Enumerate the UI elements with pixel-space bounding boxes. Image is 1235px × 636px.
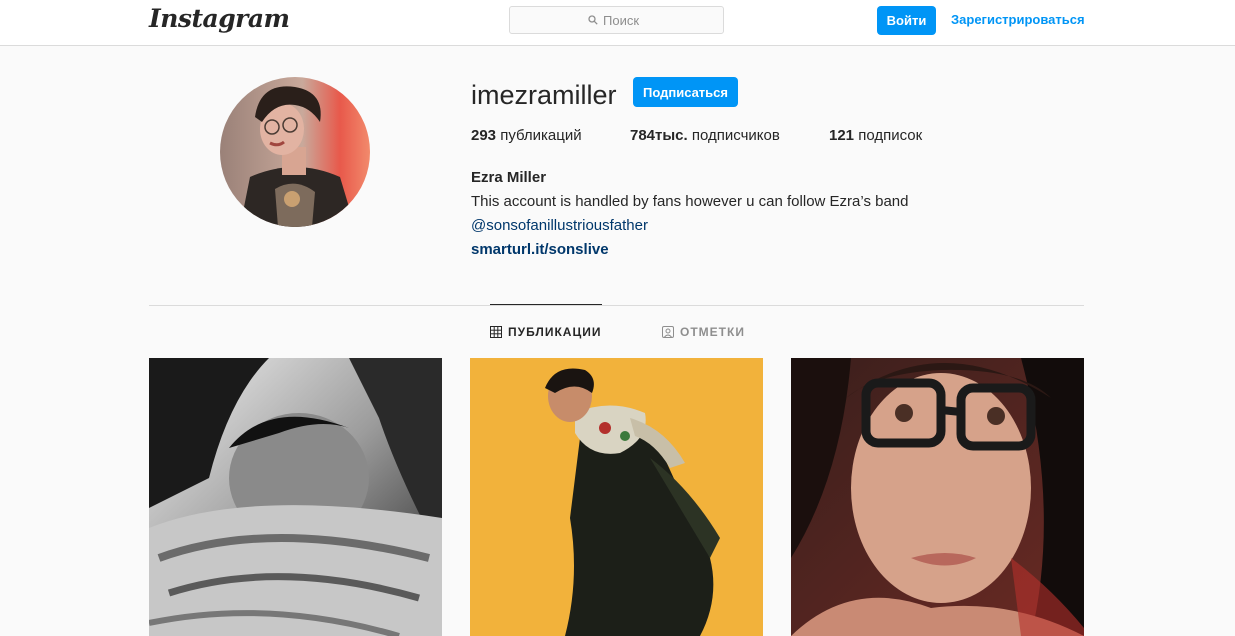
profile-bio: This account is handled by fans however … bbox=[471, 193, 909, 210]
followers-stat[interactable]: 784тыс. подписчиков bbox=[630, 127, 780, 144]
login-button[interactable]: Войти bbox=[877, 6, 936, 35]
tab-tagged-label: ОТМЕТКИ bbox=[680, 325, 745, 339]
post-thumbnail[interactable] bbox=[791, 358, 1084, 636]
top-navigation-bar: Instagram Войти Зарегистрироваться bbox=[0, 0, 1235, 46]
profile-username: imezramiller bbox=[471, 80, 617, 110]
search-box[interactable] bbox=[509, 6, 724, 34]
photo-yellow-portrait bbox=[470, 358, 763, 636]
bio-mention-link[interactable]: @sonsofanillustriousfather bbox=[471, 217, 648, 234]
followers-count: 784тыс. bbox=[630, 127, 688, 144]
following-stat[interactable]: 121 подписок bbox=[829, 127, 922, 144]
profile-full-name: Ezra Miller bbox=[471, 169, 547, 186]
active-tab-indicator bbox=[490, 304, 602, 305]
search-icon bbox=[588, 13, 598, 28]
bio-external-link[interactable]: smarturl.it/sonslive bbox=[471, 241, 609, 258]
posts-stat: 293 публикаций bbox=[471, 127, 582, 144]
instagram-logo[interactable]: Instagram bbox=[149, 4, 290, 33]
posts-label: публикаций bbox=[500, 127, 582, 144]
photo-bw-portrait bbox=[149, 358, 442, 636]
following-count: 121 bbox=[829, 127, 855, 144]
followers-label: подписчиков bbox=[691, 127, 780, 144]
tab-posts[interactable]: ПУБЛИКАЦИИ bbox=[490, 325, 601, 339]
tabs-divider bbox=[149, 305, 1084, 306]
tab-tagged[interactable]: ОТМЕТКИ bbox=[662, 325, 745, 339]
tag-person-icon bbox=[662, 326, 674, 338]
post-thumbnail[interactable] bbox=[149, 358, 442, 636]
photo-glasses-portrait bbox=[791, 358, 1084, 636]
signup-link[interactable]: Зарегистрироваться bbox=[951, 12, 1085, 27]
search-input[interactable] bbox=[603, 12, 645, 28]
post-thumbnail[interactable] bbox=[470, 358, 763, 636]
follow-button[interactable]: Подписаться bbox=[633, 77, 738, 107]
following-label: подписок bbox=[858, 127, 923, 144]
grid-icon bbox=[490, 326, 502, 338]
tab-posts-label: ПУБЛИКАЦИИ bbox=[508, 325, 602, 339]
posts-count: 293 bbox=[471, 127, 497, 144]
profile-avatar bbox=[220, 77, 370, 227]
